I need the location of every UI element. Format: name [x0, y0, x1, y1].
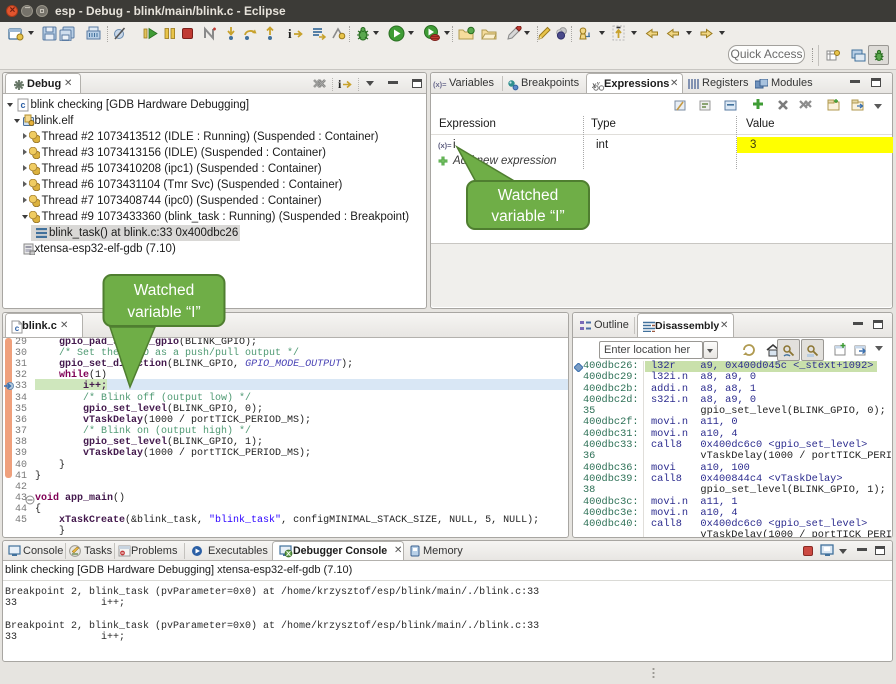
svg-text:i: i: [288, 26, 292, 41]
svg-text:c: c: [15, 324, 20, 333]
svg-text:c: c: [20, 100, 25, 110]
svg-text:i: i: [338, 77, 342, 91]
